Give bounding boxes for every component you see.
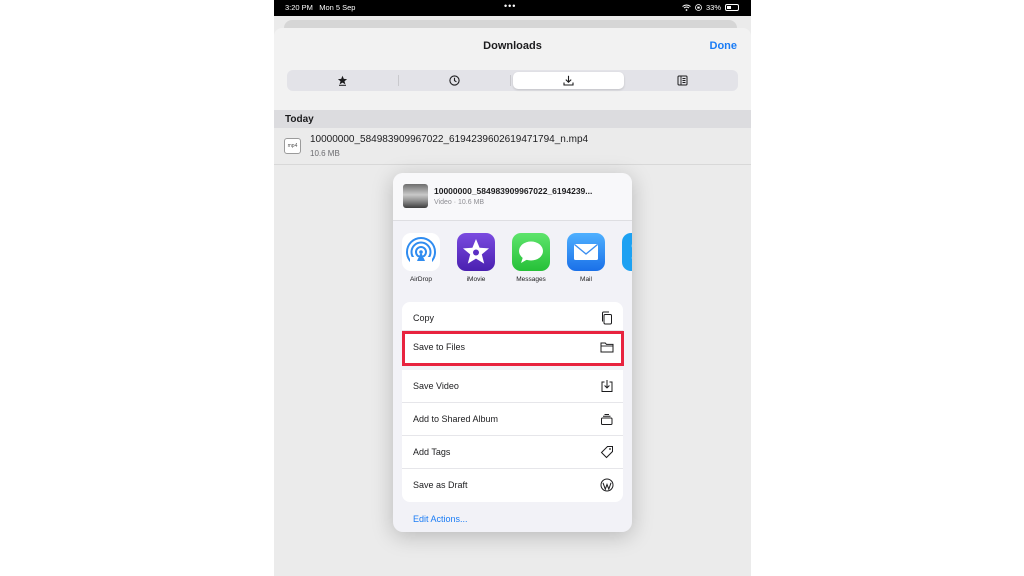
app-airdrop[interactable]: AirDrop bbox=[398, 233, 444, 283]
file-size: 10.6 MB bbox=[310, 149, 340, 158]
share-file-title: 10000000_584983909967022_6194239... bbox=[434, 186, 593, 196]
tab-history[interactable] bbox=[399, 70, 511, 91]
app-label: Mail bbox=[580, 276, 592, 283]
action-add-tags[interactable]: Add Tags bbox=[402, 436, 623, 469]
shared-album-icon bbox=[601, 414, 613, 425]
action-add-to-shared-album[interactable]: Add to Shared Album bbox=[402, 403, 623, 436]
date-text: Mon 5 Sep bbox=[319, 3, 356, 12]
reader-icon bbox=[677, 75, 688, 86]
share-sheet-header: 10000000_584983909967022_6194239... Vide… bbox=[393, 173, 632, 221]
time-text: 3:20 PM bbox=[285, 3, 313, 12]
twitter-icon bbox=[622, 233, 632, 271]
battery-percent: 33% bbox=[705, 3, 721, 12]
app-mail[interactable]: Mail bbox=[563, 233, 609, 283]
app-imovie[interactable]: iMovie bbox=[453, 233, 499, 283]
action-save-as-draft[interactable]: Save as Draft bbox=[402, 469, 623, 502]
actions-list: Copy Save to Files Save Video Add to Sha… bbox=[402, 302, 623, 502]
wifi-icon bbox=[682, 4, 691, 11]
star-icon bbox=[338, 75, 348, 86]
airdrop-icon bbox=[402, 233, 440, 271]
battery-icon bbox=[725, 4, 739, 11]
app-twitter[interactable]: T bbox=[618, 233, 632, 283]
action-label: Save to Files bbox=[413, 342, 466, 352]
imovie-icon bbox=[457, 233, 495, 271]
status-time: 3:20 PM Mon 5 Sep bbox=[285, 3, 355, 12]
mail-icon bbox=[567, 233, 605, 271]
app-label: AirDrop bbox=[409, 276, 433, 283]
messages-icon bbox=[512, 233, 550, 271]
video-thumbnail bbox=[403, 184, 428, 208]
action-label: Copy bbox=[413, 313, 435, 323]
orientation-lock-icon bbox=[695, 4, 702, 11]
action-save-video[interactable]: Save Video bbox=[402, 370, 623, 403]
share-sheet: 10000000_584983909967022_6194239... Vide… bbox=[393, 173, 632, 532]
tag-icon bbox=[600, 446, 613, 459]
action-label: Add to Shared Album bbox=[413, 414, 499, 424]
app-messages[interactable]: Messages bbox=[508, 233, 554, 283]
segmented-control bbox=[287, 70, 738, 91]
action-copy[interactable]: Copy bbox=[402, 302, 623, 331]
app-label: iMovie bbox=[466, 276, 486, 283]
mp4-file-icon: mp4 bbox=[284, 138, 301, 154]
done-button[interactable]: Done bbox=[710, 40, 738, 52]
clock-icon bbox=[449, 75, 460, 86]
page-title: Downloads bbox=[483, 40, 542, 52]
download-icon bbox=[563, 75, 574, 86]
tab-bookmarks[interactable] bbox=[287, 70, 399, 91]
wordpress-icon bbox=[600, 478, 614, 492]
action-save-to-files[interactable]: Save to Files bbox=[402, 331, 623, 364]
share-file-subtitle: Video · 10.6 MB bbox=[434, 199, 485, 206]
tab-downloads[interactable] bbox=[512, 72, 625, 89]
multitasking-dots[interactable]: ••• bbox=[504, 1, 516, 11]
save-video-icon bbox=[601, 380, 613, 392]
downloads-header: Downloads Done bbox=[274, 28, 751, 110]
app-label: T bbox=[618, 276, 632, 283]
file-name: 10000000_584983909967022_619423960261947… bbox=[310, 134, 589, 145]
copy-icon bbox=[602, 311, 612, 325]
action-label: Add Tags bbox=[413, 447, 451, 457]
tab-reading-list[interactable] bbox=[626, 70, 738, 91]
status-bar: 3:20 PM Mon 5 Sep ••• 33% bbox=[274, 0, 751, 16]
share-apps-row: AirDrop iMovie Messages Mail T bbox=[393, 233, 632, 293]
section-header-today: Today bbox=[274, 110, 751, 128]
download-file-row[interactable]: mp4 10000000_584983909967022_61942396026… bbox=[274, 128, 751, 165]
app-label: Messages bbox=[516, 276, 546, 283]
folder-icon bbox=[600, 342, 614, 353]
action-label: Save as Draft bbox=[413, 480, 468, 490]
status-right: 33% bbox=[682, 3, 739, 12]
edit-actions-link[interactable]: Edit Actions... bbox=[413, 514, 468, 524]
action-label: Save Video bbox=[413, 381, 459, 391]
